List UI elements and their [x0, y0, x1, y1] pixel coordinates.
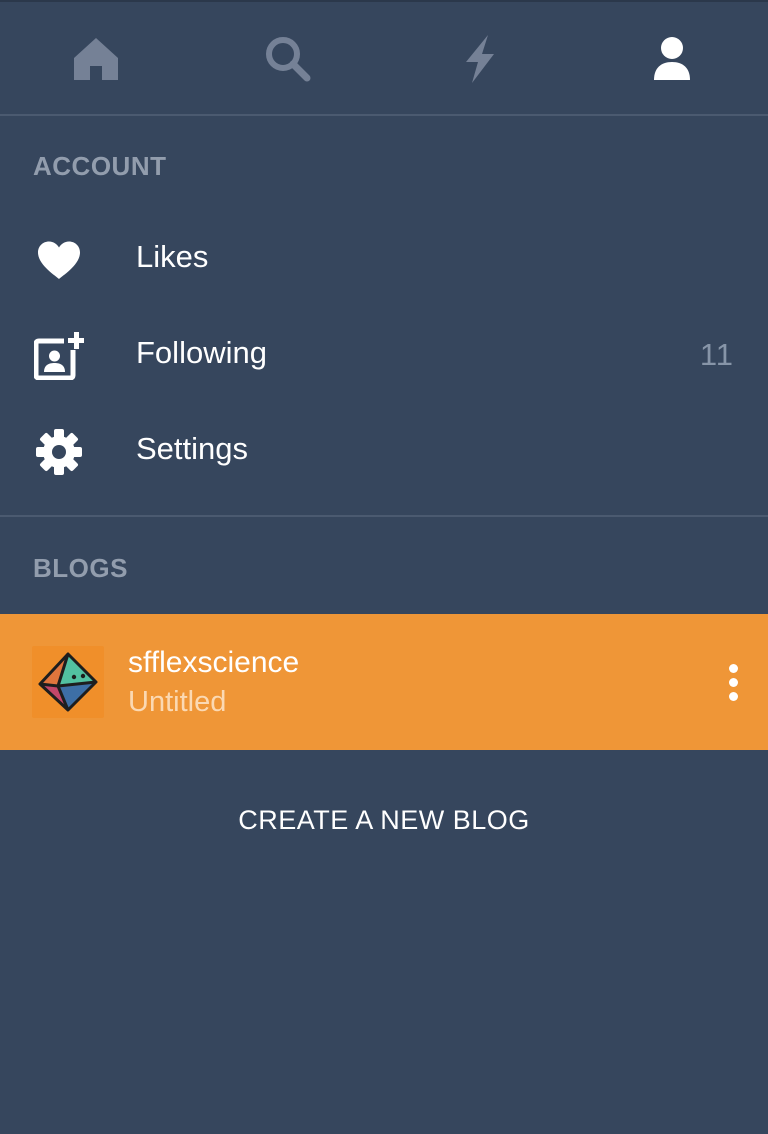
person-icon [654, 37, 690, 80]
blog-title: Untitled [128, 686, 227, 718]
tab-account[interactable] [576, 2, 768, 116]
account-drawer: ACCOUNT Likes Following 11 Settings BLOG… [0, 0, 768, 1134]
lightning-icon [466, 35, 494, 83]
following-icon [34, 331, 84, 381]
blogs-section-header: BLOGS [33, 553, 128, 583]
tab-activity[interactable] [384, 2, 576, 116]
gear-icon [34, 427, 84, 477]
menu-item-settings[interactable]: Settings [0, 403, 768, 499]
following-count: 11 [699, 337, 734, 372]
octahedron-avatar-icon [32, 646, 104, 718]
create-new-blog-button[interactable]: CREATE A NEW BLOG [0, 790, 768, 850]
account-section-header: ACCOUNT [33, 151, 167, 181]
more-options-icon[interactable] [718, 658, 748, 706]
tab-bar [0, 0, 768, 116]
blog-item[interactable]: sfflexscience Untitled [0, 614, 768, 750]
tab-home[interactable] [0, 2, 192, 116]
menu-item-following[interactable]: Following 11 [0, 307, 768, 403]
tab-search[interactable] [192, 2, 384, 116]
menu-item-likes[interactable]: Likes [0, 211, 768, 307]
search-icon [266, 37, 311, 82]
blog-name: sfflexscience [128, 646, 300, 679]
following-label: Following [136, 335, 267, 370]
settings-label: Settings [136, 431, 249, 466]
section-divider [0, 515, 768, 517]
heart-icon [34, 235, 84, 285]
likes-label: Likes [136, 239, 209, 274]
home-icon [74, 38, 118, 80]
